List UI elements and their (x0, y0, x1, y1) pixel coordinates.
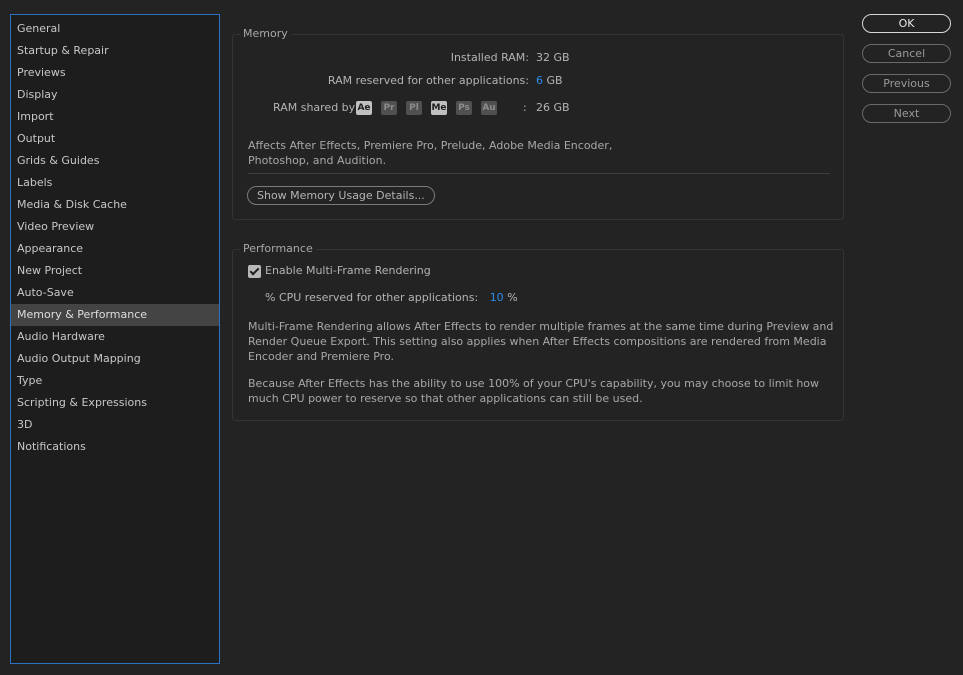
sidebar-item-import[interactable]: Import (11, 106, 219, 128)
ram-shared-label: RAM shared by (273, 101, 356, 114)
enable-mfr-label[interactable]: Enable Multi-Frame Rendering (265, 264, 431, 278)
mfr-description-line-1: Multi-Frame Rendering allows After Effec… (248, 320, 834, 333)
ram-shared-value: 26 GB (536, 101, 570, 114)
cancel-button[interactable]: Cancel (862, 44, 951, 63)
ram-reserved-label: RAM reserved for other applications: (327, 74, 529, 87)
performance-group-title: Performance (240, 242, 316, 256)
sidebar-item-auto-save[interactable]: Auto-Save (11, 282, 219, 304)
mfr-description-line-3: Encoder and Premiere Pro. (248, 350, 394, 363)
ok-button[interactable]: OK (862, 14, 951, 33)
sidebar-item-general[interactable]: General (11, 18, 219, 40)
cpu-reserved-unit: % (507, 291, 518, 304)
cpu-reserved-value[interactable]: 10 (490, 291, 504, 304)
sidebar-item-video-preview[interactable]: Video Preview (11, 216, 219, 238)
premiere-pro-icon: Pr (381, 101, 397, 115)
enable-mfr-checkbox[interactable] (248, 265, 261, 278)
installed-ram-value: 32 GB (536, 51, 570, 64)
media-encoder-icon: Me (431, 101, 447, 115)
sidebar-item-previews[interactable]: Previews (11, 62, 219, 84)
sidebar-item-audio-output-mapping[interactable]: Audio Output Mapping (11, 348, 219, 370)
prelude-icon: Pl (406, 101, 422, 115)
sidebar-item-appearance[interactable]: Appearance (11, 238, 219, 260)
sidebar-item-scripting-expressions[interactable]: Scripting & Expressions (11, 392, 219, 414)
ram-shared-separator: : (523, 101, 527, 114)
audition-icon: Au (481, 101, 497, 115)
preferences-category-list[interactable]: General Startup & Repair Previews Displa… (10, 14, 220, 664)
cpu-limit-description: Because After Effects has the ability to… (248, 376, 819, 406)
after-effects-icon: Ae (356, 101, 372, 115)
sidebar-item-output[interactable]: Output (11, 128, 219, 150)
sidebar-item-grids-guides[interactable]: Grids & Guides (11, 150, 219, 172)
sidebar-item-type[interactable]: Type (11, 370, 219, 392)
ram-reserved-unit: GB (546, 74, 563, 87)
sidebar-item-display[interactable]: Display (11, 84, 219, 106)
sidebar-item-labels[interactable]: Labels (11, 172, 219, 194)
memory-affects-text: Affects After Effects, Premiere Pro, Pre… (248, 138, 612, 168)
mfr-description-line-2: Render Queue Export. This setting also a… (248, 335, 827, 348)
mfr-description: Multi-Frame Rendering allows After Effec… (248, 319, 833, 364)
ram-reserved-value[interactable]: 6 (536, 74, 543, 87)
memory-group-title: Memory (240, 27, 291, 41)
memory-affects-line-2: Photoshop, and Audition. (248, 154, 387, 167)
previous-button[interactable]: Previous (862, 74, 951, 93)
memory-group: Memory Installed RAM: 32 GB RAM reserved… (232, 27, 844, 220)
memory-affects-line-1: Affects After Effects, Premiere Pro, Pre… (248, 139, 613, 152)
cpu-reserved-label: % CPU reserved for other applications: (265, 291, 479, 304)
installed-ram-label: Installed RAM: (450, 51, 529, 64)
sidebar-item-audio-hardware[interactable]: Audio Hardware (11, 326, 219, 348)
memory-divider (248, 173, 830, 174)
sidebar-item-notifications[interactable]: Notifications (11, 436, 219, 458)
sidebar-item-memory-performance[interactable]: Memory & Performance (11, 304, 219, 326)
sidebar-item-3d[interactable]: 3D (11, 414, 219, 436)
sidebar-item-media-disk-cache[interactable]: Media & Disk Cache (11, 194, 219, 216)
performance-group: Performance Enable Multi-Frame Rendering… (232, 242, 844, 421)
photoshop-icon: Ps (456, 101, 472, 115)
ram-shared-apps: Ae Pr Pl Me Ps Au (356, 101, 506, 115)
sidebar-item-startup-repair[interactable]: Startup & Repair (11, 40, 219, 62)
cpu-limit-description-line-2: much CPU power to reserve so that other … (248, 392, 643, 405)
cpu-limit-description-line-1: Because After Effects has the ability to… (248, 377, 820, 390)
next-button[interactable]: Next (862, 104, 951, 123)
sidebar-item-new-project[interactable]: New Project (11, 260, 219, 282)
show-memory-usage-details-button[interactable]: Show Memory Usage Details... (247, 186, 435, 205)
